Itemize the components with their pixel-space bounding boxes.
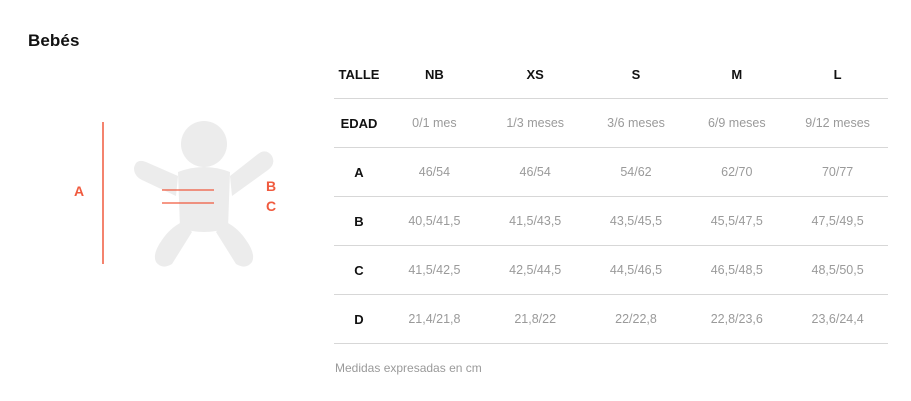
row-header: D (334, 294, 384, 344)
column-header: M (686, 50, 788, 99)
table-row: C 41,5/42,5 42,5/44,5 44,5/46,5 46,5/48,… (334, 245, 888, 295)
label-c: C (266, 198, 277, 214)
table-row: A 46/54 46/54 54/62 62/70 70/77 (334, 147, 888, 197)
baby-measurement-diagram: A B C (60, 110, 300, 280)
table-cell: 41,5/43,5 (484, 196, 586, 246)
table-cell: 40,5/41,5 (384, 196, 485, 246)
table-cell: 23,6/24,4 (787, 294, 888, 344)
row-header: EDAD (334, 98, 384, 148)
column-header: L (787, 50, 888, 99)
column-header: NB (384, 50, 485, 99)
label-b: B (266, 178, 277, 194)
table-cell: 6/9 meses (686, 98, 788, 148)
table-cell: 46,5/48,5 (686, 245, 788, 295)
table-cell: 45,5/47,5 (686, 196, 788, 246)
row-header: C (334, 245, 384, 295)
table-cell: 44,5/46,5 (585, 245, 687, 295)
table-row: B 40,5/41,5 41,5/43,5 43,5/45,5 45,5/47,… (334, 196, 888, 246)
column-header: XS (484, 50, 586, 99)
table-cell: 22,8/23,6 (686, 294, 788, 344)
column-header: S (585, 50, 687, 99)
column-header: TALLE (334, 50, 384, 99)
label-a: A (74, 183, 85, 199)
table-cell: 3/6 meses (585, 98, 687, 148)
table-cell: 41,5/42,5 (384, 245, 485, 295)
table-cell: 62/70 (686, 147, 788, 197)
table-cell: 21,4/21,8 (384, 294, 485, 344)
table-cell: 0/1 mes (384, 98, 485, 148)
table-cell: 47,5/49,5 (787, 196, 888, 246)
table-cell: 9/12 meses (787, 98, 888, 148)
table-cell: 42,5/44,5 (484, 245, 586, 295)
table-cell: 46/54 (484, 147, 586, 197)
table-row: EDAD 0/1 mes 1/3 meses 3/6 meses 6/9 mes… (334, 98, 888, 148)
table-header-row: TALLE NB XS S M L (334, 50, 888, 99)
table-cell: 70/77 (787, 147, 888, 197)
table-cell: 46/54 (384, 147, 485, 197)
row-header: A (334, 147, 384, 197)
units-note: Medidas expresadas en cm (335, 361, 482, 375)
table-cell: 54/62 (585, 147, 687, 197)
page-title: Bebés (28, 31, 80, 50)
table-row: D 21,4/21,8 21,8/22 22/22,8 22,8/23,6 23… (334, 294, 888, 344)
row-header: B (334, 196, 384, 246)
table-cell: 21,8/22 (484, 294, 586, 344)
table-cell: 22/22,8 (585, 294, 687, 344)
baby-figure-icon (102, 121, 274, 267)
table-cell: 48,5/50,5 (787, 245, 888, 295)
table-cell: 1/3 meses (484, 98, 586, 148)
size-table: TALLE NB XS S M L EDAD 0/1 mes 1/3 meses… (334, 50, 888, 344)
table-cell: 43,5/45,5 (585, 196, 687, 246)
